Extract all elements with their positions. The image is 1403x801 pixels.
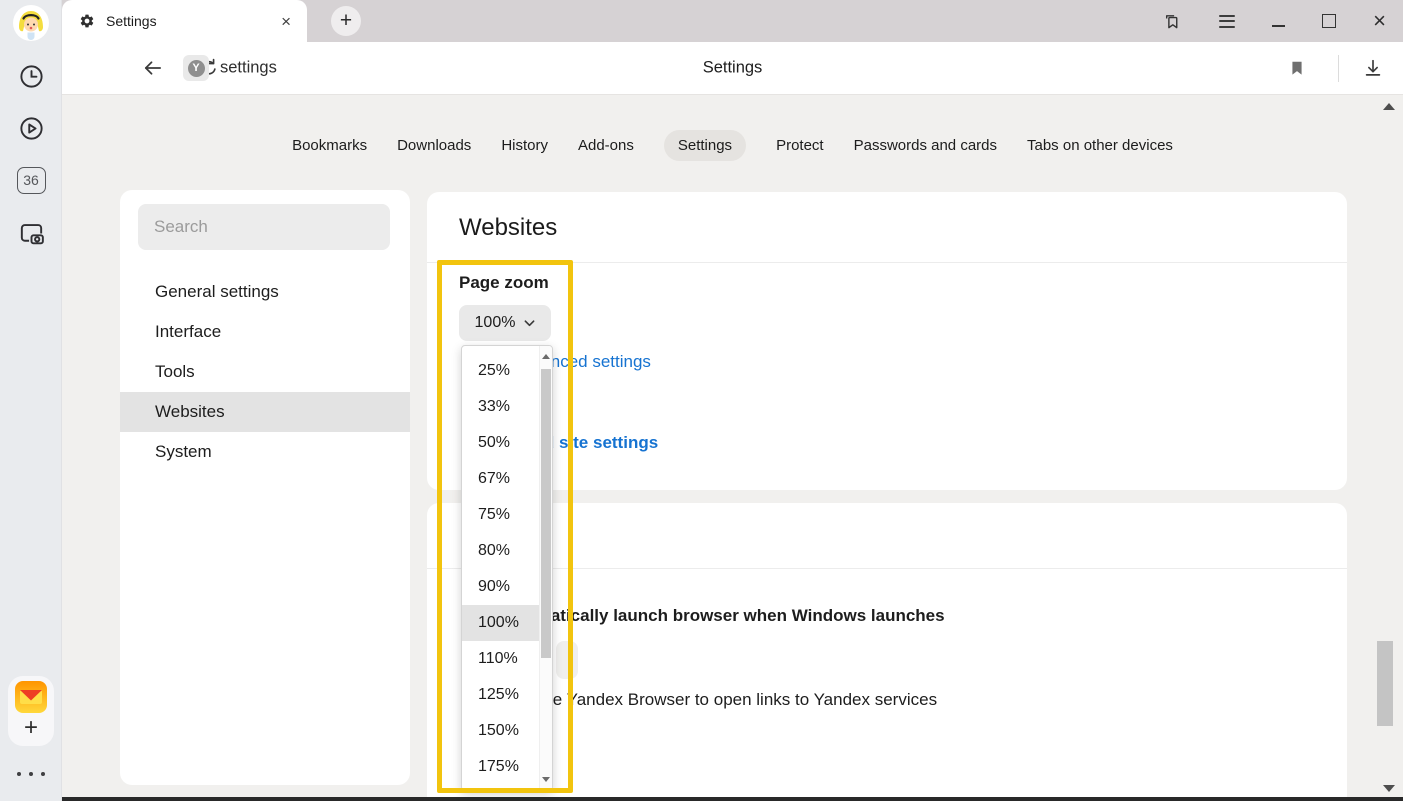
sidebar-items: General settings Interface Tools Website…	[120, 272, 410, 472]
nav-item-downloads[interactable]: Downloads	[397, 130, 471, 161]
nav-item-protect[interactable]: Protect	[776, 130, 824, 161]
yandex-links-setting-label: Use Yandex Browser to open links to Yand…	[532, 690, 937, 710]
tab-count-label: 36	[17, 167, 46, 194]
minimize-icon[interactable]	[1272, 25, 1285, 27]
dropdown-scroll-thumb[interactable]	[541, 369, 551, 658]
play-icon[interactable]	[0, 114, 62, 142]
close-icon[interactable]: ×	[1373, 10, 1386, 32]
page-scroll-up-icon[interactable]	[1383, 103, 1395, 110]
new-tab-rail-button[interactable]: +	[8, 712, 54, 744]
nav-item-settings[interactable]: Settings	[664, 130, 746, 161]
zoom-option-110[interactable]: 110%	[462, 641, 539, 677]
back-arrow-icon[interactable]	[141, 57, 164, 80]
zoom-option-100[interactable]: 100%	[462, 605, 539, 641]
nav-item-passwords[interactable]: Passwords and cards	[854, 130, 997, 161]
ellipsis-icon[interactable]	[0, 764, 62, 784]
system-card: Automatically launch browser when Window…	[427, 503, 1347, 797]
menu-icon[interactable]	[1219, 15, 1235, 28]
tab-settings[interactable]: Settings ×	[62, 0, 307, 42]
websites-card: Websites Page zoom 100% Advanced setting…	[427, 192, 1347, 490]
scroll-down-icon[interactable]	[542, 777, 550, 782]
rail-bottom-group: +	[8, 676, 54, 746]
avatar[interactable]	[0, 4, 62, 42]
websites-heading: Websites	[459, 214, 557, 242]
nav-item-bookmarks[interactable]: Bookmarks	[292, 130, 367, 161]
zoom-option-150[interactable]: 150%	[462, 713, 539, 749]
maximize-icon[interactable]	[1322, 14, 1336, 28]
window-controls: ×	[1161, 0, 1403, 42]
sidebar-item-tools[interactable]: Tools	[120, 352, 410, 392]
zoom-option-90[interactable]: 90%	[462, 569, 539, 605]
download-icon[interactable]	[1362, 57, 1384, 79]
nav-item-other-devices[interactable]: Tabs on other devices	[1027, 130, 1173, 161]
zoom-option-25[interactable]: 25%	[462, 353, 539, 389]
page-scroll-thumb[interactable]	[1377, 641, 1393, 726]
nav-item-history[interactable]: History	[501, 130, 548, 161]
history-clock-icon[interactable]	[0, 62, 62, 90]
page-scroll-down-icon[interactable]	[1383, 785, 1395, 792]
launch-mode-select[interactable]	[556, 641, 578, 679]
yandex-logo: Y	[188, 60, 205, 77]
zoom-option-175[interactable]: 175%	[462, 749, 539, 785]
settings-sidebar: General settings Interface Tools Website…	[120, 190, 410, 785]
site-badge-icon[interactable]: Y	[183, 55, 209, 81]
tab-title: Settings	[106, 13, 277, 29]
screenshot-camera-icon[interactable]	[0, 218, 62, 248]
sidebar-item-websites[interactable]: Websites	[120, 392, 410, 432]
page-zoom-value: 100%	[475, 314, 516, 332]
sidebar-item-general[interactable]: General settings	[120, 272, 410, 312]
card-divider	[427, 262, 1347, 263]
left-rail: 36 +	[0, 0, 62, 801]
page-title: Settings	[703, 59, 763, 78]
scroll-up-icon[interactable]	[542, 354, 550, 359]
zoom-option-125[interactable]: 125%	[462, 677, 539, 713]
tab-close-icon[interactable]: ×	[277, 11, 295, 32]
gear-icon	[79, 13, 95, 29]
new-tab-button[interactable]: +	[331, 6, 361, 36]
window-bottom-edge	[0, 797, 1403, 801]
tab-strip: Settings × + ×	[62, 0, 1403, 42]
bookmark-icon[interactable]	[1287, 58, 1307, 78]
side-panel-icon[interactable]	[1161, 11, 1182, 32]
page-zoom-label: Page zoom	[459, 273, 549, 293]
sidebar-item-interface[interactable]: Interface	[120, 312, 410, 352]
zoom-option-33[interactable]: 33%	[462, 389, 539, 425]
nav-item-addons[interactable]: Add-ons	[578, 130, 634, 161]
tab-count-badge[interactable]: 36	[0, 167, 62, 193]
card-divider	[427, 568, 1347, 569]
sidebar-item-system[interactable]: System	[120, 432, 410, 472]
chevron-down-icon	[524, 319, 535, 327]
browser-window: 36 +	[0, 0, 1403, 801]
zoom-option-80[interactable]: 80%	[462, 533, 539, 569]
zoom-options: 25% 33% 50% 67% 75% 80% 90% 100% 110% 12…	[462, 353, 539, 785]
launch-setting-label: Automatically launch browser when Window…	[497, 606, 945, 626]
toolbar: Y settings Settings	[62, 42, 1403, 95]
dropdown-scrollbar[interactable]	[539, 346, 552, 790]
avatar-image	[13, 5, 49, 41]
search-input[interactable]	[138, 204, 390, 250]
address-bar-text[interactable]: settings	[220, 59, 277, 78]
mail-icon[interactable]	[15, 681, 47, 713]
page-zoom-dropdown: 25% 33% 50% 67% 75% 80% 90% 100% 110% 12…	[461, 345, 553, 791]
zoom-option-75[interactable]: 75%	[462, 497, 539, 533]
toolbar-divider	[1338, 55, 1339, 82]
settings-top-nav: Bookmarks Downloads History Add-ons Sett…	[62, 130, 1403, 161]
zoom-option-50[interactable]: 50%	[462, 425, 539, 461]
zoom-option-67[interactable]: 67%	[462, 461, 539, 497]
page-zoom-select[interactable]: 100%	[459, 305, 551, 341]
